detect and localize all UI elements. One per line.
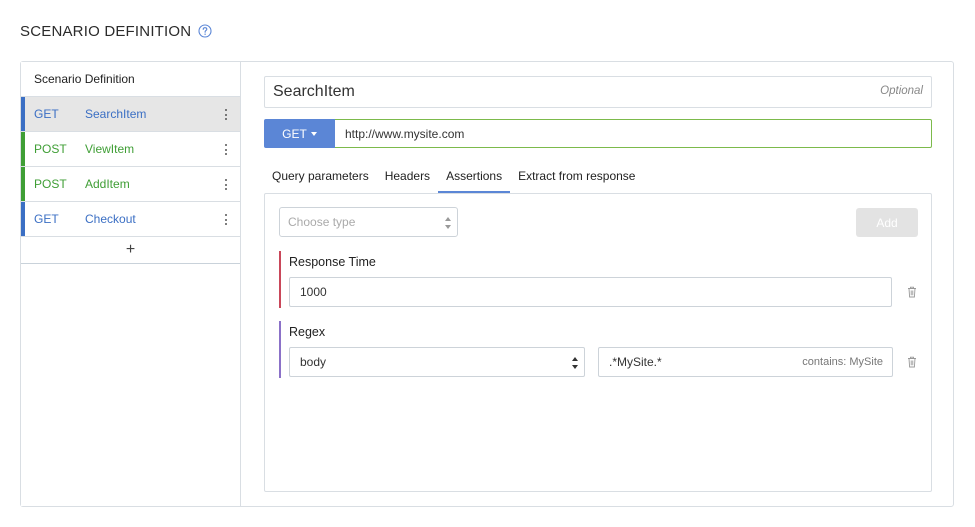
tab-query-parameters[interactable]: Query parameters — [264, 167, 377, 193]
request-name: AddItem — [85, 177, 130, 191]
request-item-additem[interactable]: POST AddItem — [21, 167, 240, 202]
response-time-assertion: Response Time — [279, 251, 919, 308]
scenario-panel: Scenario Definition GET SearchItem POST … — [20, 61, 954, 507]
optional-label: Optional — [880, 85, 923, 97]
select-arrows-icon — [445, 217, 451, 229]
regex-hint: contains: MySite — [802, 356, 883, 368]
page-title: SCENARIO DEFINITION — [20, 22, 192, 40]
request-method: POST — [34, 142, 67, 156]
help-icon[interactable] — [198, 24, 212, 38]
regex-assertion: Regex body contains: MySite — [279, 321, 919, 378]
request-name-field[interactable]: Optional — [264, 76, 932, 108]
url-row: GET — [264, 119, 932, 148]
request-sidebar: Scenario Definition GET SearchItem POST … — [21, 62, 241, 506]
assertion-title: Response Time — [289, 255, 376, 269]
assertion-title: Regex — [289, 325, 326, 339]
request-item-checkout[interactable]: GET Checkout — [21, 202, 240, 237]
page-header: SCENARIO DEFINITION — [20, 20, 212, 42]
request-name: ViewItem — [85, 142, 135, 156]
request-name: SearchItem — [85, 107, 147, 121]
trash-icon[interactable] — [907, 356, 917, 368]
url-input[interactable] — [335, 119, 932, 148]
caret-down-icon — [310, 132, 317, 136]
assertion-type-select[interactable]: Choose type — [279, 207, 458, 237]
method-marker — [21, 132, 25, 166]
tab-extract-from-response[interactable]: Extract from response — [510, 167, 643, 193]
regex-pattern-input[interactable] — [609, 355, 779, 369]
tab-assertions[interactable]: Assertions — [438, 167, 511, 193]
select-arrows-icon — [572, 357, 578, 369]
request-item-viewitem[interactable]: POST ViewItem — [21, 132, 240, 167]
regex-source-select[interactable]: body — [289, 347, 585, 377]
regex-source-value: body — [300, 355, 327, 369]
method-label: GET — [282, 126, 307, 141]
response-time-field[interactable] — [289, 277, 892, 307]
request-tabs: Query parameters Headers Assertions Extr… — [264, 167, 932, 193]
request-method: GET — [34, 107, 59, 121]
add-request-button[interactable]: + — [21, 237, 240, 264]
kebab-menu-icon[interactable] — [224, 108, 228, 121]
request-item-searchitem[interactable]: GET SearchItem — [21, 97, 240, 132]
assertion-color-bar — [279, 321, 281, 378]
assertions-panel: Choose type Add Response Time Regex body — [264, 193, 932, 492]
method-marker — [21, 167, 25, 201]
kebab-menu-icon[interactable] — [224, 213, 228, 226]
request-editor: Optional GET Query parameters Headers As… — [264, 76, 932, 492]
assertion-color-bar — [279, 251, 281, 308]
trash-icon[interactable] — [907, 286, 917, 298]
regex-pattern-field[interactable]: contains: MySite — [598, 347, 893, 377]
method-marker — [21, 202, 25, 236]
response-time-input[interactable] — [300, 285, 881, 299]
kebab-menu-icon[interactable] — [224, 178, 228, 191]
method-marker — [21, 97, 25, 131]
sidebar-title: Scenario Definition — [21, 62, 240, 97]
request-name: Checkout — [85, 212, 136, 226]
request-name-input[interactable] — [273, 83, 833, 101]
type-select-placeholder: Choose type — [288, 215, 356, 229]
add-assertion-button[interactable]: Add — [856, 208, 918, 237]
request-method: GET — [34, 212, 59, 226]
method-dropdown-button[interactable]: GET — [264, 119, 335, 148]
tab-headers[interactable]: Headers — [377, 167, 438, 193]
kebab-menu-icon[interactable] — [224, 143, 228, 156]
request-method: POST — [34, 177, 67, 191]
